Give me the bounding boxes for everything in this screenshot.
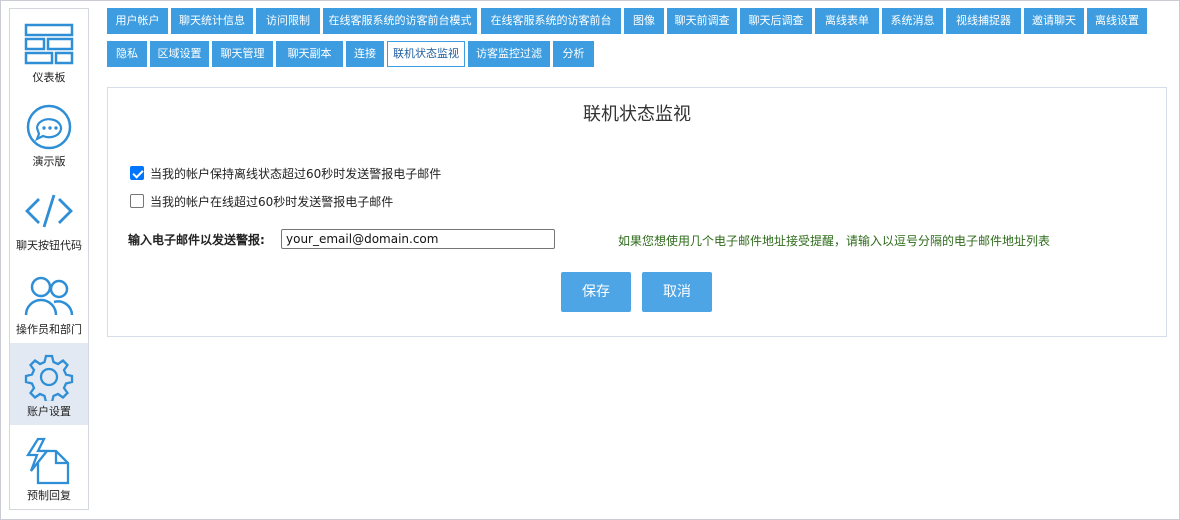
- tab-chat-stats[interactable]: 聊天统计信息: [171, 8, 253, 34]
- tab-offline-form[interactable]: 离线表单: [815, 8, 879, 34]
- email-field[interactable]: [281, 229, 555, 249]
- offline-alert-checkbox[interactable]: [130, 166, 144, 180]
- sidebar-item-operators[interactable]: 操作员和部门: [10, 261, 88, 343]
- tab-chat-management[interactable]: 聊天管理: [212, 41, 273, 67]
- tab-visitor-frontend[interactable]: 在线客服系统的访客前台: [481, 8, 621, 34]
- tab-system-messages[interactable]: 系统消息: [882, 8, 943, 34]
- tab-pre-chat-survey[interactable]: 聊天前调查: [667, 8, 737, 34]
- tab-analytics[interactable]: 分析: [553, 41, 594, 67]
- sidebar-item-label: 演示版: [32, 155, 66, 168]
- tab-offline-settings[interactable]: 离线设置: [1087, 8, 1147, 34]
- online-alert-label[interactable]: 当我的帐户在线超过60秒时发送警报电子邮件: [150, 193, 393, 210]
- settings-panel: 联机状态监视 当我的帐户保持离线状态超过60秒时发送警报电子邮件 当我的帐户在线…: [107, 87, 1167, 337]
- tab-visitor-frontend-mode[interactable]: 在线客服系统的访客前台模式: [323, 8, 477, 34]
- email-field-label: 输入电子邮件以发送警报:: [128, 233, 265, 247]
- tab-post-chat-survey[interactable]: 聊天后调查: [740, 8, 812, 34]
- tab-online-status-monitor[interactable]: 联机状态监视: [387, 41, 465, 67]
- sidebar-item-label: 聊天按钮代码: [16, 239, 82, 252]
- sidebar-item-canned-replies[interactable]: 预制回复: [10, 427, 88, 509]
- tab-visitor-monitor-filter[interactable]: 访客监控过滤: [468, 41, 550, 67]
- sidebar-item-dashboard[interactable]: 仪表板: [10, 9, 88, 91]
- users-icon: [24, 276, 74, 316]
- tab-invite-chat[interactable]: 邀请聊天: [1024, 8, 1084, 34]
- tab-connection[interactable]: 连接: [346, 41, 384, 67]
- tab-access-restriction[interactable]: 访问限制: [256, 8, 320, 34]
- gear-icon: [24, 354, 74, 401]
- online-alert-checkbox[interactable]: [130, 194, 144, 208]
- tab-privacy[interactable]: 隐私: [107, 41, 147, 67]
- sidebar-item-label: 操作员和部门: [16, 323, 82, 336]
- sidebar-item-label: 预制回复: [27, 489, 71, 502]
- sidebar: 仪表板 演示版 聊天按钮代码 操作员和部门 账户设置 预制回复: [9, 8, 89, 510]
- online-alert-option: 当我的帐户在线超过60秒时发送警报电子邮件: [130, 192, 393, 210]
- dashboard-icon: [24, 23, 74, 65]
- tab-user-account[interactable]: 用户帐户: [107, 8, 168, 34]
- tab-chat-transcript[interactable]: 聊天副本: [276, 41, 343, 67]
- tab-images[interactable]: 图像: [624, 8, 664, 34]
- save-button[interactable]: 保存: [561, 272, 631, 312]
- tab-region-settings[interactable]: 区域设置: [150, 41, 209, 67]
- email-hint-text: 如果您想使用几个电子邮件地址接受提醒，请输入以逗号分隔的电子邮件地址列表: [618, 234, 1051, 248]
- sidebar-item-label: 仪表板: [32, 71, 66, 84]
- sidebar-item-account-settings[interactable]: 账户设置: [10, 343, 88, 425]
- sidebar-item-demo[interactable]: 演示版: [10, 93, 88, 175]
- chat-bubble-icon: [26, 104, 72, 150]
- code-icon: [25, 194, 73, 228]
- offline-alert-label[interactable]: 当我的帐户保持离线状态超过60秒时发送警报电子邮件: [150, 165, 441, 182]
- offline-alert-option: 当我的帐户保持离线状态超过60秒时发送警报电子邮件: [130, 164, 441, 182]
- tab-eye-catcher[interactable]: 视线捕捉器: [946, 8, 1021, 34]
- sidebar-item-chat-button-code[interactable]: 聊天按钮代码: [10, 177, 88, 259]
- cancel-button[interactable]: 取消: [642, 272, 712, 312]
- page-title: 联机状态监视: [583, 104, 691, 125]
- sidebar-item-label: 账户设置: [27, 405, 71, 418]
- canned-reply-icon: [25, 437, 70, 485]
